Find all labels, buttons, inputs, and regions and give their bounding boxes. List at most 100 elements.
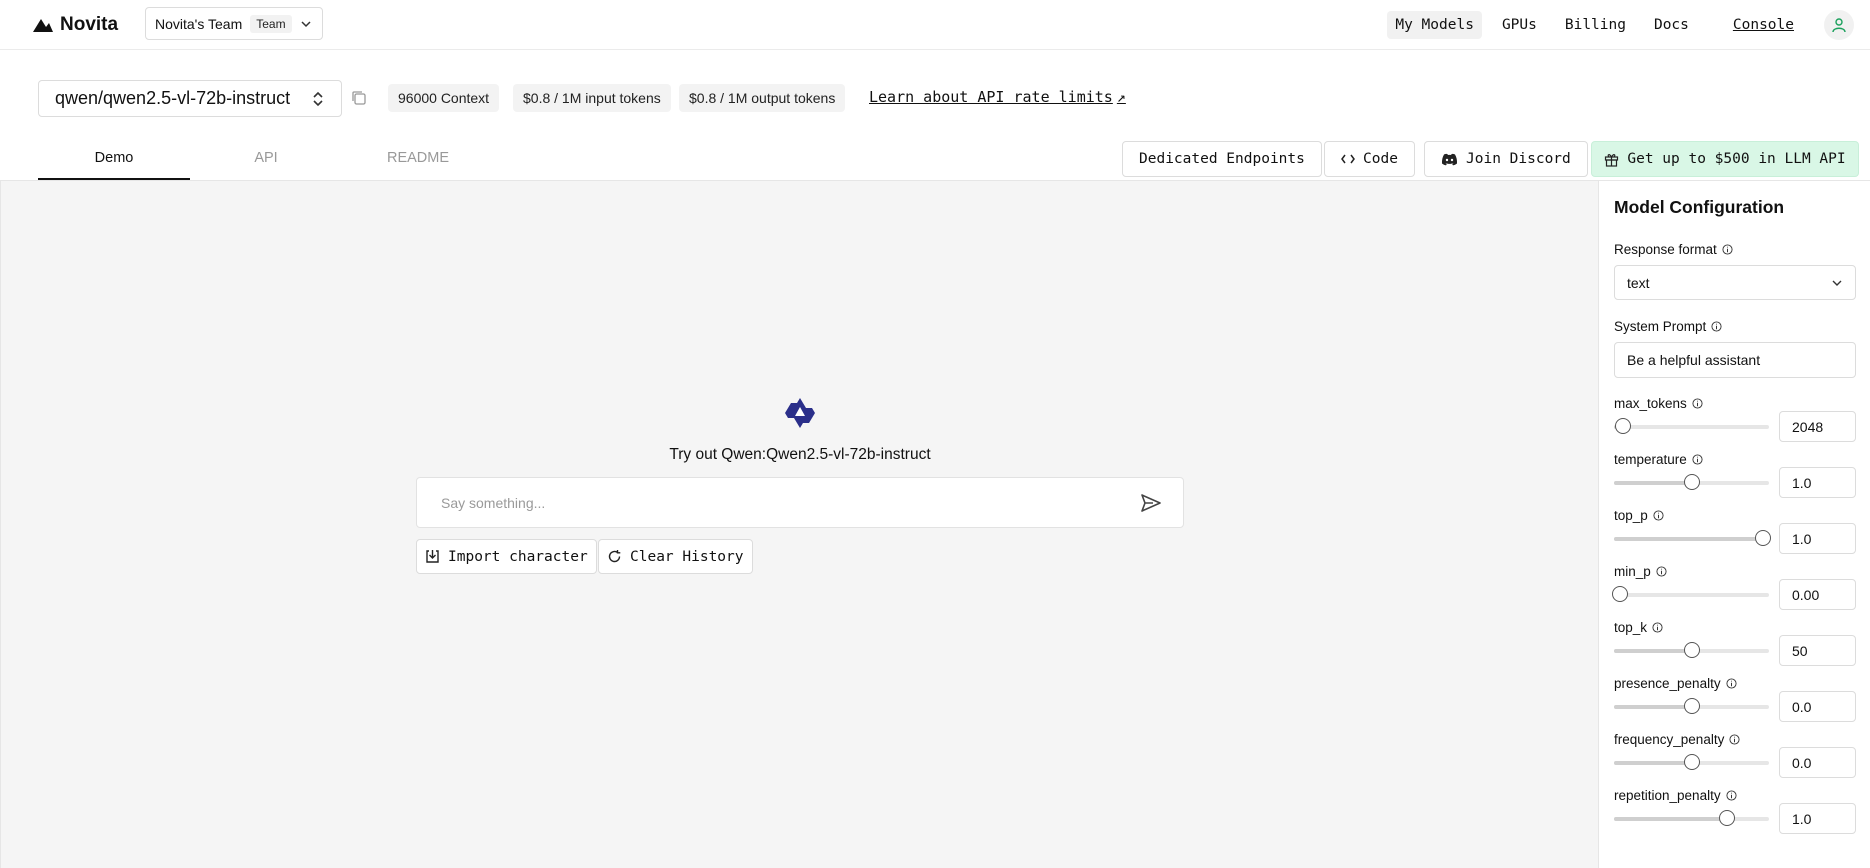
input-price-chip: $0.8 / 1M input tokens: [513, 84, 671, 112]
param-value-input[interactable]: 1.0: [1779, 467, 1856, 498]
param-slider[interactable]: [1612, 586, 1769, 602]
info-icon[interactable]: [1692, 454, 1703, 465]
copy-icon[interactable]: [350, 89, 368, 107]
external-link-icon: ↗: [1116, 88, 1126, 106]
info-icon[interactable]: [1656, 566, 1667, 577]
user-icon: [1832, 18, 1846, 33]
param-slider[interactable]: [1614, 810, 1769, 826]
import-character-label: Import character: [448, 548, 588, 565]
param-value-input[interactable]: 0.00: [1779, 579, 1856, 610]
code-button[interactable]: Code: [1324, 141, 1415, 177]
param-label: repetition_penalty: [1614, 788, 1721, 803]
param-label: min_p: [1614, 564, 1651, 579]
team-badge: Team: [250, 14, 292, 33]
tab-api[interactable]: API: [190, 142, 342, 180]
import-icon: [426, 550, 439, 563]
nav-console[interactable]: Console: [1733, 17, 1794, 33]
param-slider[interactable]: [1614, 418, 1769, 434]
qwen-logo-icon: [785, 398, 815, 428]
rate-limits-link[interactable]: Learn about API rate limits ↗: [869, 88, 1126, 106]
promo-label: Get up to $500 in LLM API: [1627, 151, 1846, 167]
slider-thumb[interactable]: [1683, 698, 1700, 714]
code-icon: [1341, 154, 1355, 164]
tab-bar: Demo API README: [38, 142, 494, 180]
response-format-select[interactable]: text: [1614, 265, 1856, 300]
info-icon[interactable]: [1692, 398, 1703, 409]
discord-icon: [1441, 153, 1458, 165]
response-format-label: Response format: [1614, 242, 1717, 257]
param-label-row: presence_penalty: [1614, 676, 1737, 691]
chat-input-box[interactable]: [416, 477, 1184, 528]
info-icon[interactable]: [1722, 244, 1733, 255]
nav-docs[interactable]: Docs: [1646, 11, 1697, 39]
param-slider[interactable]: [1614, 754, 1769, 770]
system-prompt-value: Be a helpful assistant: [1627, 352, 1761, 368]
param-label-row: frequency_penalty: [1614, 732, 1740, 747]
system-prompt-input[interactable]: Be a helpful assistant: [1614, 342, 1856, 378]
clear-history-button[interactable]: Clear History: [598, 539, 753, 574]
param-value-input[interactable]: 0.0: [1779, 747, 1856, 778]
nav-billing[interactable]: Billing: [1557, 11, 1634, 39]
join-discord-button[interactable]: Join Discord: [1424, 141, 1588, 177]
team-selector[interactable]: Novita's Team Team: [145, 7, 323, 40]
chat-title: Try out Qwen:Qwen2.5-vl-72b-instruct: [669, 446, 931, 463]
import-character-button[interactable]: Import character: [416, 539, 597, 574]
param-label-row: temperature: [1614, 452, 1703, 467]
slider-thumb[interactable]: [1719, 810, 1736, 826]
slider-thumb[interactable]: [1683, 642, 1700, 658]
param-slider[interactable]: [1614, 698, 1769, 714]
nav-my-models[interactable]: My Models: [1387, 11, 1482, 39]
chevron-down-icon: [1832, 280, 1842, 286]
model-selector[interactable]: qwen/qwen2.5-vl-72b-instruct: [38, 80, 342, 117]
info-icon[interactable]: [1652, 622, 1663, 633]
gift-icon: [1605, 153, 1619, 167]
clear-history-label: Clear History: [630, 548, 744, 565]
param-value-input[interactable]: 2048: [1779, 411, 1856, 442]
brand-logo[interactable]: Novita: [32, 14, 118, 36]
slider-thumb[interactable]: [1615, 418, 1632, 434]
tab-demo[interactable]: Demo: [38, 142, 190, 180]
info-icon[interactable]: [1726, 678, 1737, 689]
param-slider[interactable]: [1614, 530, 1771, 546]
slider-fill: [1614, 537, 1763, 541]
slider-thumb[interactable]: [1683, 754, 1700, 770]
output-price-chip: $0.8 / 1M output tokens: [679, 84, 846, 112]
param-label: max_tokens: [1614, 396, 1687, 411]
user-menu-button[interactable]: [1824, 10, 1854, 40]
slider-thumb[interactable]: [1612, 586, 1629, 602]
refresh-icon: [608, 550, 621, 563]
model-name: qwen/qwen2.5-vl-72b-instruct: [55, 88, 291, 108]
send-icon[interactable]: [1139, 491, 1163, 515]
param-label-row: max_tokens: [1614, 396, 1703, 411]
info-icon[interactable]: [1711, 321, 1722, 332]
info-icon[interactable]: [1653, 510, 1664, 521]
chat-area: Try out Qwen:Qwen2.5-vl-72b-instruct Imp…: [0, 181, 1598, 868]
slider-thumb[interactable]: [1683, 474, 1700, 490]
param-slider[interactable]: [1614, 642, 1769, 658]
chat-message-input[interactable]: [441, 494, 1139, 511]
rate-limits-text: Learn about API rate limits: [869, 88, 1113, 106]
param-value-input[interactable]: 1.0: [1779, 803, 1856, 834]
slider-fill: [1614, 649, 1692, 653]
slider-fill: [1614, 817, 1728, 821]
response-format-label-row: Response format: [1614, 242, 1733, 257]
param-label: top_p: [1614, 508, 1648, 523]
param-value-input[interactable]: 1.0: [1779, 523, 1856, 554]
param-value-input[interactable]: 50: [1779, 635, 1856, 666]
param-value-input[interactable]: 0.0: [1779, 691, 1856, 722]
param-label: frequency_penalty: [1614, 732, 1725, 747]
dedicated-endpoints-button[interactable]: Dedicated Endpoints: [1122, 141, 1322, 177]
system-prompt-label: System Prompt: [1614, 319, 1707, 334]
slider-thumb[interactable]: [1754, 530, 1771, 546]
info-icon[interactable]: [1729, 734, 1740, 745]
param-label-row: repetition_penalty: [1614, 788, 1737, 803]
param-label-row: top_p: [1614, 508, 1664, 523]
promo-button[interactable]: Get up to $500 in LLM API: [1591, 141, 1859, 177]
info-icon[interactable]: [1726, 790, 1737, 801]
tab-readme[interactable]: README: [342, 142, 494, 180]
nav-gpus[interactable]: GPUs: [1494, 11, 1545, 39]
join-discord-label: Join Discord: [1466, 151, 1571, 167]
response-format-value: text: [1627, 274, 1650, 291]
config-title: Model Configuration: [1614, 197, 1785, 217]
param-slider[interactable]: [1614, 474, 1769, 490]
